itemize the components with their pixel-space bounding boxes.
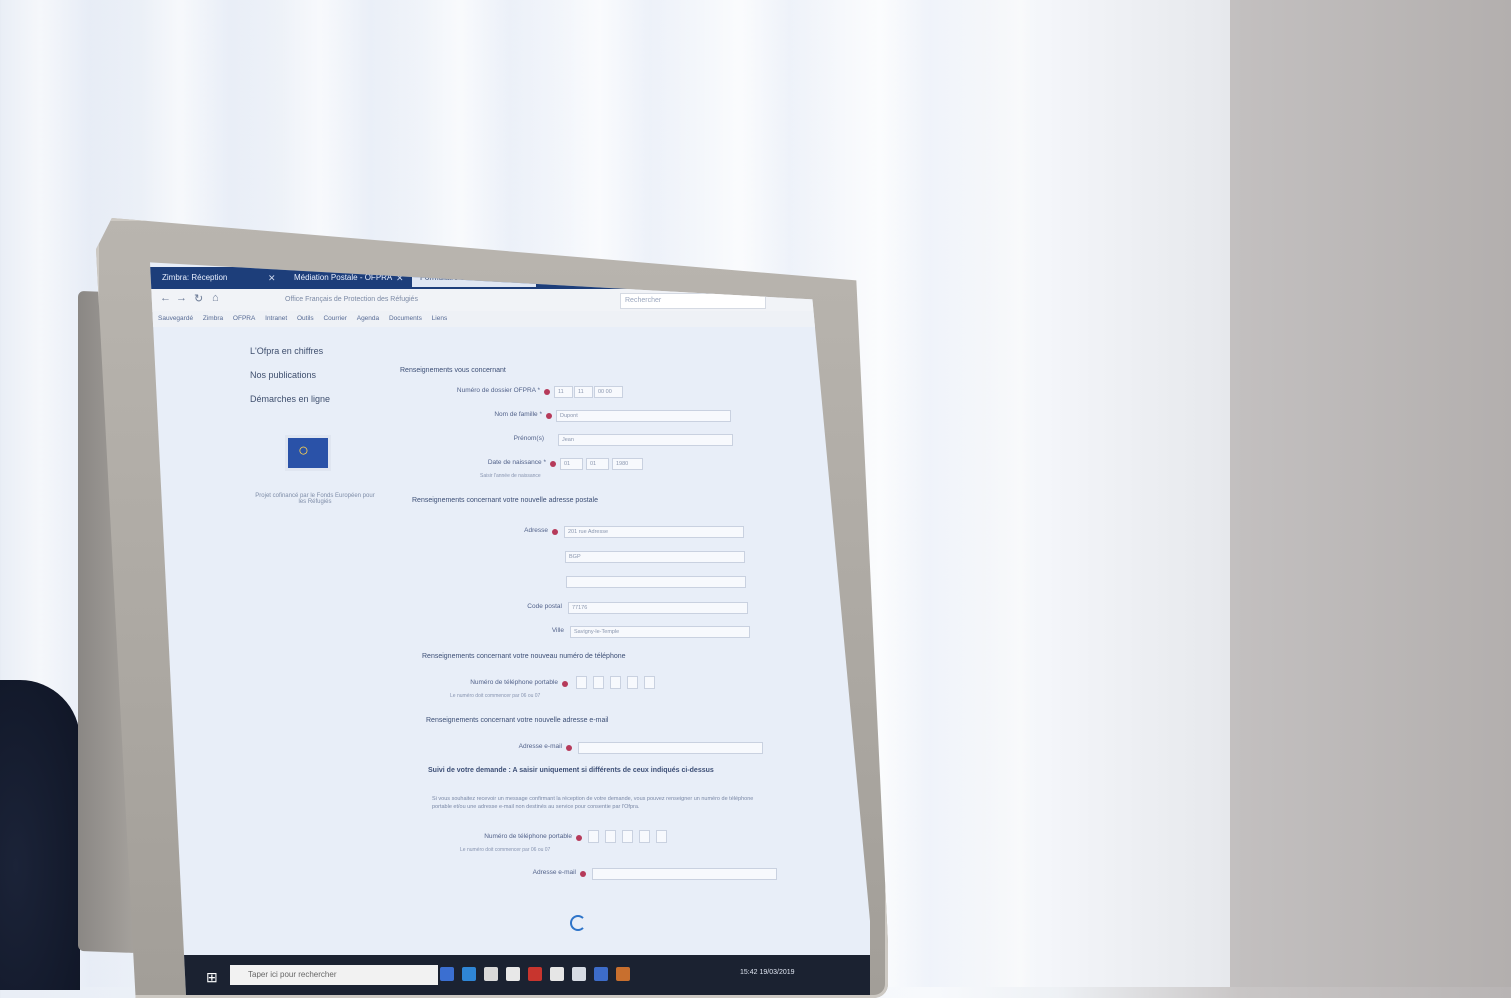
store-icon[interactable] [484,967,498,981]
required-icon [546,413,552,419]
city-field[interactable]: Savigny-le-Temple [570,626,750,638]
field-label: Ville [551,627,564,634]
required-icon [566,745,572,751]
field-label: Numéro de téléphone portable [470,679,558,686]
bookmark-item[interactable]: Documents [389,311,422,327]
eu-caption: Projet cofinancé par le Fonds Européen p… [255,493,375,505]
bookmark-item[interactable]: Liens [432,311,448,327]
field-label: Nom de famille * [494,411,542,418]
field-label: Numéro de dossier OFPRA * [456,387,540,394]
mail-icon[interactable] [572,967,586,981]
edge-icon[interactable] [462,967,476,981]
home-icon[interactable]: ⌂ [212,292,219,304]
bookmark-item[interactable]: Agenda [357,311,379,327]
birth-month-select[interactable]: 01 [586,458,609,470]
nom-field[interactable]: Dupont [556,410,731,422]
phone-digit-box[interactable] [588,830,599,843]
bookmark-item[interactable]: Courrier [323,311,346,327]
field-label: Code postal [527,603,562,610]
prenoms-field[interactable]: Jean [558,434,733,446]
sidebar-item-publications[interactable]: Nos publications [250,363,390,387]
person-shoulder [0,680,80,990]
birth-year-select[interactable]: 1980 [612,458,643,470]
required-icon [576,835,582,841]
phone-digit-box[interactable] [593,676,604,689]
section-title: Renseignements concernant votre nouveau … [422,653,626,660]
phone-digit-box[interactable] [622,830,633,843]
field-label: Numéro de téléphone portable [484,833,572,840]
date[interactable]: 19/03/2019 [759,969,794,976]
close-icon[interactable]: ✕ [268,269,276,287]
field-label: Adresse e-mail [532,869,576,876]
required-icon [544,389,550,395]
loading-spinner-icon [570,915,586,931]
sidebar-item-chiffres[interactable]: L'Ofpra en chiffres [250,339,390,363]
phone-digit-box[interactable] [605,830,616,843]
bookmark-item[interactable]: Intranet [265,311,287,327]
field-label: Adresse [524,527,548,534]
bookmarks-bar: Sauvegardé Zimbra OFPRA Intranet Outils … [150,311,870,327]
app-icon[interactable] [528,967,542,981]
firefox-icon[interactable] [550,967,564,981]
address-line-3[interactable] [566,576,746,588]
taskbar-search-input[interactable]: Taper ici pour rechercher [230,965,438,985]
birth-day-select[interactable]: 01 [560,458,583,470]
bookmark-item[interactable]: Outils [297,311,314,327]
phone-digit-box[interactable] [644,676,655,689]
forward-arrow-icon[interactable]: → [176,292,187,304]
taskbar: ⊞ Taper ici pour rechercher 15:42 19/03/… [150,955,870,995]
postal-code-field[interactable]: 77176 [568,602,748,614]
email-field[interactable] [578,742,763,754]
clock[interactable]: 15:42 [740,969,758,976]
field-label: Adresse e-mail [518,743,562,750]
bookmark-item[interactable]: Zimbra [203,311,223,327]
system-tray: 15:42 19/03/2019 [740,969,795,976]
phone-digit-box[interactable] [656,830,667,843]
address-line-2[interactable]: BGP [565,551,745,563]
wall-right [1230,0,1511,987]
windows-start-icon[interactable]: ⊞ [206,969,218,986]
section-title: Renseignements concernant votre nouvelle… [426,717,609,724]
dossier-field-2[interactable]: 11 [574,386,593,398]
section-title: Suivi de votre demande : A saisir unique… [428,767,714,774]
dossier-field-1[interactable]: 11 [554,386,573,398]
monitor-screen: Zimbra: Réception ✕ Médiation Postale - … [150,262,870,995]
section-title: Renseignements vous concernant [400,367,506,374]
section-title: Renseignements concernant votre nouvelle… [412,497,599,504]
address-line-1[interactable]: 201 rue Adresse [564,526,744,538]
field-hint: Le numéro doit commencer par 06 ou 07 [460,847,551,853]
sidebar: L'Ofpra en chiffres Nos publications Dém… [250,339,390,411]
reload-icon[interactable]: ↻ [194,292,203,305]
email-field-2[interactable] [592,868,777,880]
back-arrow-icon[interactable]: ← [160,292,171,304]
bookmark-item[interactable]: OFPRA [233,311,255,327]
eu-flag-logo [285,435,331,471]
phone-digit-box[interactable] [610,676,621,689]
dossier-field-3[interactable]: 00 00 [594,386,623,398]
wall-column [1030,0,1230,987]
phone-digit-box[interactable] [576,676,587,689]
field-label: Prénom(s) [513,435,544,442]
followup-note: Si vous souhaitez recevoir un message co… [432,796,754,810]
field-label: Date de naissance * [487,459,546,466]
field-hint: Le numéro doit commencer par 06 ou 07 [450,693,541,699]
required-icon [562,681,568,687]
sidebar-item-demarches[interactable]: Démarches en ligne [250,387,390,411]
tab-zimbra[interactable]: Zimbra: Réception [154,269,235,287]
explorer-icon[interactable] [506,967,520,981]
word-icon[interactable] [594,967,608,981]
field-hint: Saisir l'année de naissance [480,473,541,479]
app-icon[interactable] [616,967,630,981]
required-icon [580,871,586,877]
url-field[interactable]: Office Français de Protection des Réfugi… [285,293,555,307]
phone-digit-box[interactable] [627,676,638,689]
task-view-icon[interactable] [440,967,454,981]
bookmark-item[interactable]: Sauvegardé [158,311,193,327]
phone-digit-box[interactable] [639,830,650,843]
tab-label: Zimbra: Réception [162,273,228,282]
required-icon [550,461,556,467]
required-icon [552,529,558,535]
